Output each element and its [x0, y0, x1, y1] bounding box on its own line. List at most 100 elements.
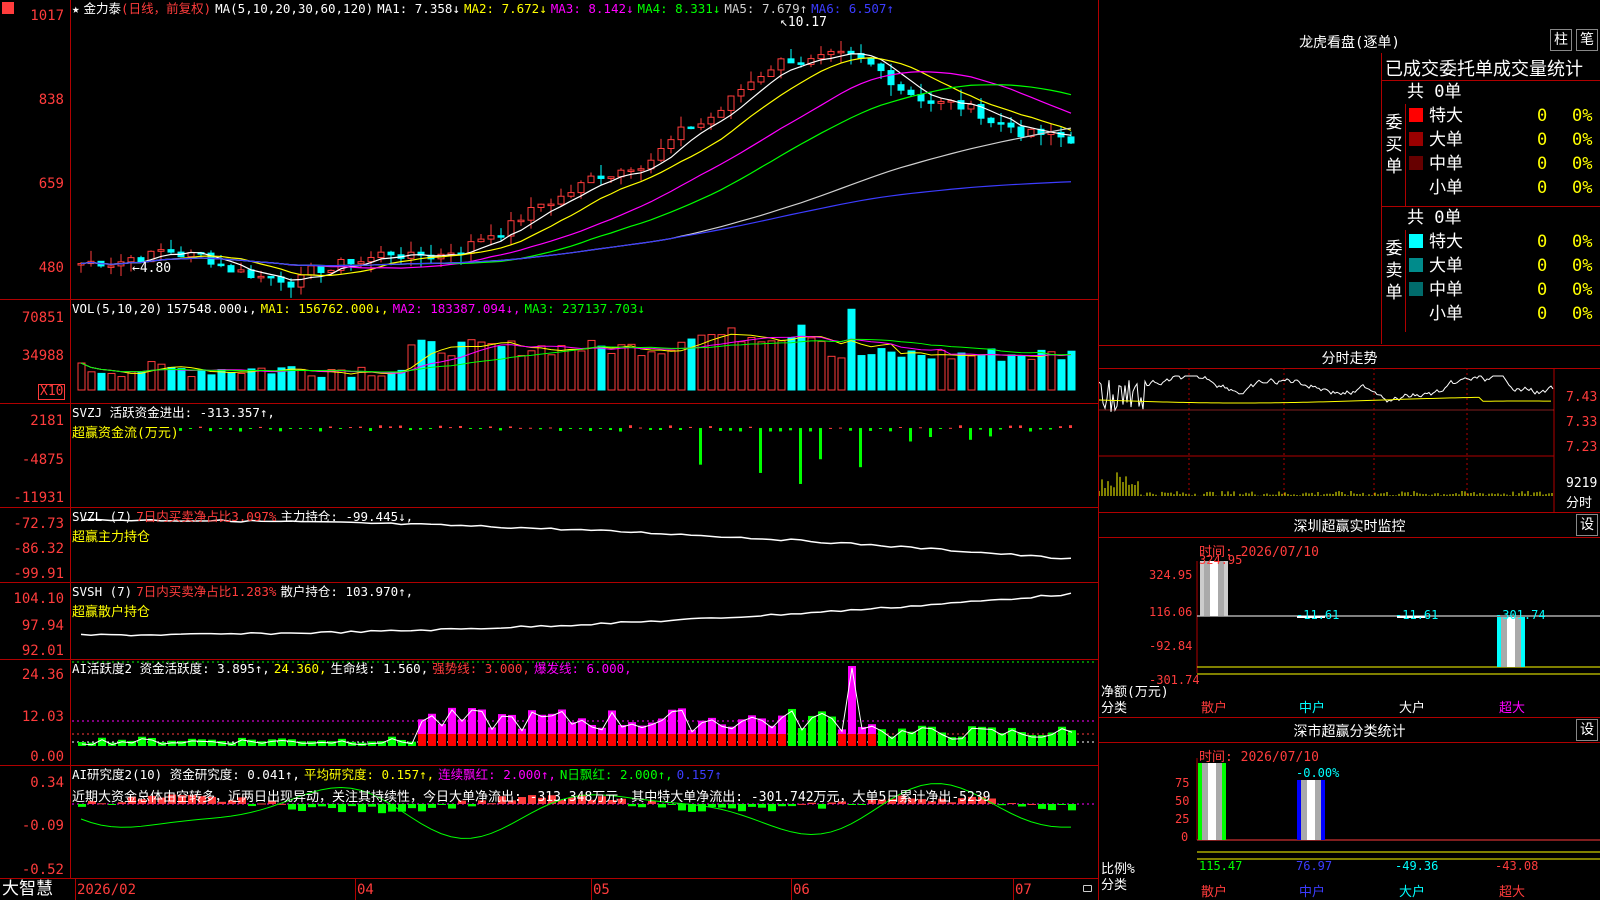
fund-flow-bar [699, 428, 702, 465]
intraday-panel[interactable]: 分时走势 7.43 7.33 7.23 9219 分时 [1099, 346, 1600, 512]
classify-panel[interactable]: 深市超赢分类统计 设 时间: 2026/07/10 75 50 25 0 -0.… [1099, 718, 1600, 900]
volume-bar [507, 340, 516, 391]
activity-bar [948, 737, 956, 746]
intraday-chart[interactable] [1099, 346, 1600, 512]
volume-bar [387, 371, 396, 391]
fund-flow-bar [739, 428, 742, 432]
activity-bar-base [448, 734, 456, 746]
research-bar [358, 804, 366, 813]
order-value: 0 [1537, 304, 1548, 324]
candle-body [747, 81, 755, 91]
fund-flow-bar [259, 426, 262, 428]
volume-bar [167, 366, 176, 391]
activity-bar [788, 708, 796, 746]
top-label: -0.00% [1296, 766, 1340, 780]
kline-panel[interactable]: 1017 838 659 480 ★ 金力泰(日线，前复权) MA(5,10,20,… [0, 0, 1099, 299]
fund-flow-bar [999, 428, 1002, 430]
candle-body [787, 58, 795, 64]
volume-bar [717, 334, 726, 391]
stats-tab[interactable]: 已成交委托单成交量统计 [1385, 55, 1600, 81]
volume-bar [437, 352, 446, 391]
candle-body [637, 168, 645, 171]
monitor-panel[interactable]: 深圳超赢实时监控 设 时间: 2026/07/10 324.95 116.06 … [1099, 513, 1600, 717]
ma-line [80, 53, 1072, 281]
buy-total: 共 0单 [1407, 82, 1462, 102]
ai-comment: 近期大资金总体由空转多，近两日出现异动，关注其持续性，今日大单净流出: -313… [72, 790, 991, 805]
activity-bar [338, 738, 346, 746]
candle-body [897, 84, 905, 91]
price-line [1099, 375, 1554, 412]
candle-body [107, 265, 115, 268]
activity-bar [138, 736, 146, 746]
activity-bar-base [468, 734, 476, 746]
candle-body [927, 100, 935, 104]
fund-flow-bar [629, 425, 632, 428]
cat-retail: 散户 [1201, 701, 1228, 716]
fund-flow-bar [359, 426, 362, 428]
order-name: 特大 [1429, 106, 1463, 126]
y-label: 0 [1181, 830, 1189, 844]
svzl-legend: SVZL (7) 7日内买卖净占比3.097% 主力持仓: -99.445↓, [72, 510, 417, 524]
volume-bar [497, 346, 506, 391]
fund-flow-bar [309, 428, 312, 429]
bar-mode-button[interactable]: 柱 [1550, 29, 1572, 51]
volume-bar [777, 340, 786, 391]
candle-body [367, 256, 375, 263]
cat-super: 超大 [1499, 701, 1526, 716]
candle-body [527, 207, 535, 221]
volume-bar [827, 355, 836, 391]
ai-research-panel[interactable]: 0.34 -0.09 -0.52 AI研究度2(10) 资金研究度: 0.041… [0, 766, 1099, 878]
candle-body [267, 275, 275, 279]
activity-bar-base [648, 734, 656, 746]
candle-body [597, 175, 605, 179]
volume-bar [237, 372, 246, 391]
fund-flow-bar [549, 427, 552, 429]
candle-body [687, 126, 695, 130]
svsh-title: 超赢散户持仓 [72, 605, 151, 620]
star-icon: ★ [72, 1, 80, 16]
y-label: 75 [1175, 776, 1190, 790]
candlestick-chart[interactable] [0, 0, 1099, 299]
candle-body [937, 100, 945, 104]
research-chart[interactable] [0, 766, 1099, 878]
candle-body [717, 109, 725, 118]
legend-item: N日飘红: 2.000↑, [559, 767, 673, 782]
pen-mode-button[interactable]: 笔 [1576, 29, 1598, 51]
svsh-panel[interactable]: 104.10 97.94 92.01 SVSH (7) 7日内买卖净占比1.283… [0, 583, 1099, 659]
activity-bar-base [588, 734, 596, 746]
ma-label: MA(5,10,20,30,60,120) [215, 1, 374, 16]
activity-bar-base [538, 734, 546, 746]
category-label: 分类 [1101, 878, 1128, 893]
fund-flow-bar [829, 427, 832, 429]
volume-panel[interactable]: 70851 34988 X10 VOL(5,10,20) 157548.000↓,… [0, 300, 1099, 403]
fund-flow-bar [899, 427, 902, 429]
color-swatch [1409, 282, 1423, 296]
activity-bar [388, 736, 396, 746]
buy-side-label: 委买单 [1385, 113, 1403, 177]
legend-item: SVSH (7) [72, 584, 133, 599]
y-label: 116.06 [1149, 605, 1193, 619]
fund-flow-bar [409, 428, 412, 431]
research-bar [418, 804, 426, 812]
volume-bar [757, 341, 766, 391]
fund-flow-bar [889, 428, 892, 432]
legend-item: AI研究度2(10) 资金研究度: 0.041↑, [72, 767, 300, 782]
svzl-panel[interactable]: -72.73 -86.32 -99.91 SVZL (7) 7日内买卖净占比3.0… [0, 508, 1099, 582]
x-tick [355, 878, 356, 900]
svzj-panel[interactable]: 2181 -4875 -11931 SVZJ 活跃资金进出: -313.357↑… [0, 404, 1099, 507]
activity-bar-base [628, 734, 636, 746]
volume-bar [667, 350, 676, 391]
fund-flow-bar [619, 428, 622, 432]
candle-body [297, 274, 305, 288]
order-pct: 0% [1572, 106, 1593, 126]
activity-bar-base [568, 734, 576, 746]
fund-flow-bar [779, 428, 782, 432]
color-swatch [1409, 132, 1423, 146]
volume-bar [577, 350, 586, 391]
volume-bar [457, 341, 466, 391]
candle-body [887, 70, 895, 86]
kline-legend: ★ 金力泰(日线，前复权) MA(5,10,20,30,60,120) MA1: 7.… [72, 2, 902, 16]
order-pct: 0% [1572, 154, 1593, 174]
ai-active-panel[interactable]: 24.36 12.03 0.00 AI活跃度2 资金活跃度: 3.895↑, 24… [0, 660, 1099, 765]
legend-item: SVZL (7) [72, 509, 133, 524]
